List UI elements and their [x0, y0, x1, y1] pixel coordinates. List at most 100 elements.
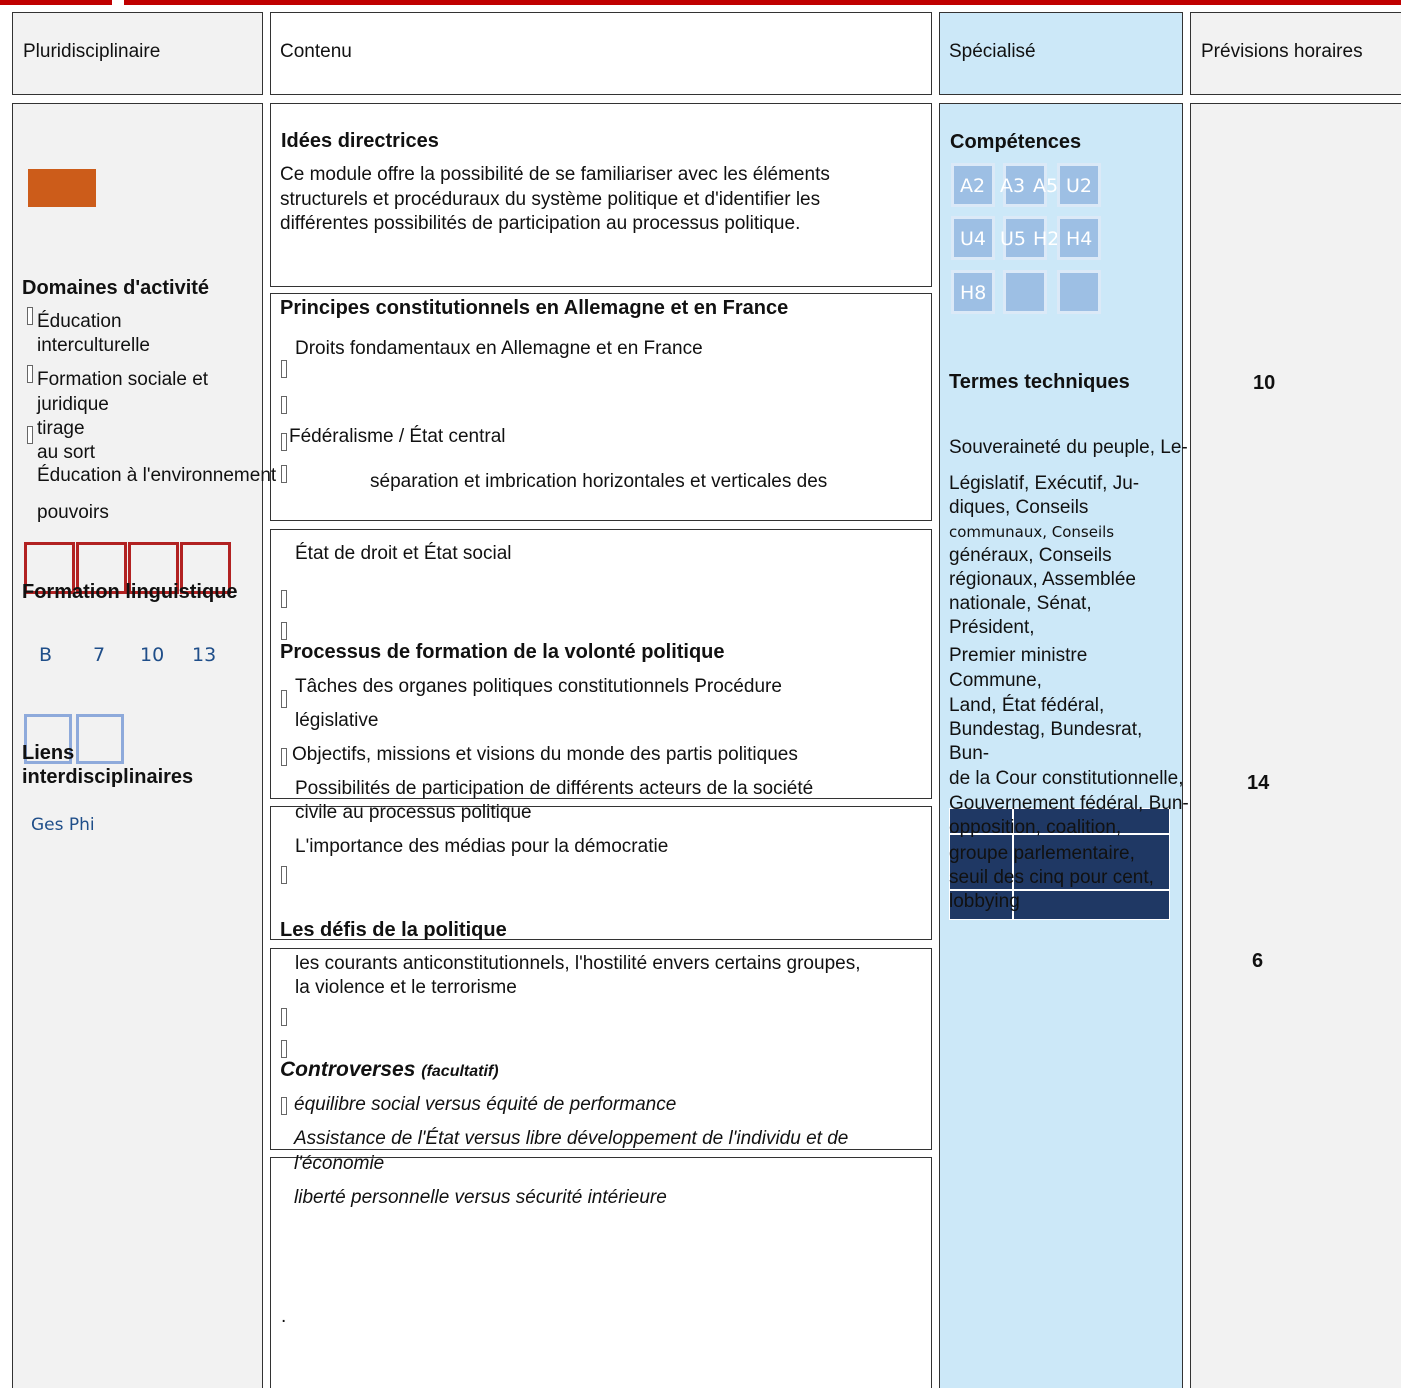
courants-text: la violence et le terrorisme	[295, 977, 517, 998]
courants-text: les courants anticonstitutionnels, l'hos…	[295, 953, 861, 974]
term-line: Législatif, Exécutif, Ju-	[949, 473, 1140, 494]
header-contenu: Contenu	[280, 41, 352, 62]
term-line: groupe parlementaire,	[949, 843, 1135, 864]
competence-square: U2	[1057, 163, 1101, 207]
header-pluri-cell: Pluridisciplinaire	[12, 12, 263, 95]
separation-text: séparation et imbrication horizontales e…	[370, 471, 828, 492]
term-line: Premier ministre	[949, 645, 1088, 666]
checkbox-marker	[281, 690, 287, 708]
orange-block	[28, 169, 96, 207]
competence-square: H4	[1057, 216, 1101, 260]
header-pluri: Pluridisciplinaire	[23, 41, 161, 62]
term-line: seuil des cinq pour cent,	[949, 867, 1154, 888]
idees-title: Idées directrices	[281, 130, 439, 152]
checkbox-marker	[27, 365, 33, 383]
competence-square: H8	[951, 270, 995, 314]
checkbox-marker	[281, 465, 287, 483]
medias-text: L'importance des médias pour la démocrat…	[295, 836, 669, 857]
term-line: Bundestag, Bundesrat,	[949, 719, 1143, 740]
liens-title-b: interdisciplinaires	[22, 766, 194, 788]
possibilites-text: civile au processus politique	[295, 802, 532, 823]
dot-text: .	[281, 1306, 287, 1327]
previsions-column	[1190, 103, 1401, 1388]
checkbox-marker	[281, 590, 287, 608]
competence-square	[1003, 270, 1047, 314]
assistance-text: l'économie	[294, 1153, 385, 1174]
domaine-4b: pouvoirs	[37, 502, 109, 523]
checkbox-marker	[281, 1040, 287, 1058]
term-line: généraux, Conseils	[949, 545, 1112, 566]
checkbox-marker	[281, 1008, 287, 1026]
objectifs-text: Objectifs, missions et visions du monde …	[292, 744, 798, 765]
level-label: 13	[192, 644, 217, 666]
etat-droit-text: État de droit et État social	[295, 543, 512, 564]
hours-value: 14	[1247, 772, 1270, 794]
principes-title: Principes constitutionnels en Allemagne …	[280, 297, 789, 319]
domaine-1a: Éducation	[37, 311, 122, 332]
blue-square	[76, 714, 124, 764]
term-line: Gouvernement fédéral, Bun-	[949, 793, 1189, 814]
checkbox-marker	[281, 360, 287, 378]
domaine-2a: Formation sociale et	[37, 369, 209, 390]
header-contenu-cell: Contenu	[270, 12, 932, 95]
dark-block	[1013, 890, 1170, 920]
header-specialise-cell: Spécialisé	[939, 12, 1183, 95]
competence-square	[1057, 270, 1101, 314]
controverses-title-text: Controverses	[280, 1058, 416, 1081]
checkbox-marker	[281, 433, 287, 451]
droits-text: Droits fondamentaux en Allemagne et en F…	[295, 338, 703, 359]
header-previsions-cell: Prévisions horaires	[1190, 12, 1401, 95]
controverses-sub: (facultatif)	[421, 1063, 499, 1080]
domaine-4a: Éducation à l'environnement	[37, 465, 277, 486]
term-line: Président,	[949, 617, 1035, 638]
hours-value: 6	[1252, 950, 1264, 972]
idees-text: structurels et procéduraux du système po…	[280, 189, 821, 210]
taches-text: Tâches des organes politiques constituti…	[295, 676, 782, 697]
federalisme-text: Fédéralisme / État central	[289, 426, 506, 447]
checkbox-marker	[27, 426, 33, 444]
term-line: Bun-	[949, 743, 990, 764]
header-previsions: Prévisions horaires	[1201, 41, 1363, 62]
competence-square: U4	[951, 216, 995, 260]
domaines-title: Domaines d'activité	[22, 277, 210, 299]
checkbox-marker	[27, 307, 33, 325]
term-line: communaux, Conseils	[949, 523, 1115, 541]
formation-title: Formation linguistique	[22, 581, 238, 603]
header-specialise: Spécialisé	[949, 41, 1036, 62]
termes-title: Termes techniques	[949, 371, 1130, 393]
idees-text: Ce module offre la possibilité de se fam…	[280, 164, 830, 185]
liens-items: Ges Phi	[31, 815, 95, 835]
domaine-1b: interculturelle	[37, 335, 150, 356]
equilibre-text: équilibre social versus équité de perfor…	[294, 1094, 677, 1115]
term-line: Land, État fédéral,	[949, 695, 1105, 716]
liens-title-a: Liens	[22, 742, 75, 764]
processus-title: Processus de formation de la volonté pol…	[280, 641, 725, 663]
domaine-3b: au sort	[37, 442, 96, 463]
checkbox-marker	[281, 866, 287, 884]
domaine-2b: juridique	[37, 394, 109, 415]
checkbox-marker	[281, 748, 287, 766]
term-line: régionaux, Assemblée	[949, 569, 1136, 590]
defis-title: Les défis de la politique	[280, 919, 507, 941]
checkbox-marker	[281, 622, 287, 640]
top-bar-left	[0, 0, 112, 5]
level-label: 10	[140, 644, 165, 666]
term-line: Souveraineté du peuple, Le-	[949, 437, 1188, 458]
possibilites-text: Possibilités de participation de différe…	[295, 778, 814, 799]
idees-text: différentes possibilités de participatio…	[280, 213, 801, 234]
term-line: de la Cour constitutionnelle,	[949, 768, 1184, 789]
level-label: B	[39, 644, 53, 666]
checkbox-marker	[281, 1097, 287, 1115]
competences-title: Compétences	[950, 131, 1082, 153]
controverses-title: Controverses (facultatif)	[280, 1058, 499, 1084]
domaine-3a: tirage	[37, 418, 85, 439]
term-line: lobbying	[949, 891, 1020, 912]
checkbox-marker	[281, 396, 287, 414]
taches-text: législative	[295, 710, 379, 731]
term-line: Commune,	[949, 670, 1042, 691]
term-line: nationale, Sénat,	[949, 593, 1092, 614]
level-label: 7	[93, 644, 106, 666]
term-line: diques, Conseils	[949, 497, 1089, 518]
hours-value: 10	[1253, 372, 1276, 394]
term-line: opposition, coalition,	[949, 817, 1122, 838]
